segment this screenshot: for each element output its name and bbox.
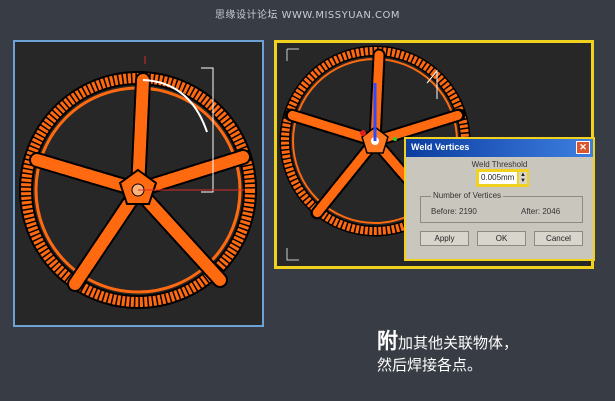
close-icon[interactable]: ✕ [576,141,590,154]
weld-threshold-input[interactable]: 0.005mm [479,172,517,184]
wheel-mesh-left [19,56,257,309]
after-value: 2046 [542,207,561,216]
caption-first-char: 附 [377,329,398,353]
caption-text: 附加其他关联物体， 然后焊接各点。 [377,330,612,376]
ok-button[interactable]: OK [477,231,526,246]
vertex-count-group: Number of Vertices Before: 2190 After: 2… [420,191,583,223]
spinner-arrows-icon[interactable]: ▲ ▼ [519,172,527,184]
dialog-titlebar[interactable]: Weld Vertices ✕ [406,139,593,157]
before-count: Before: 2190 [431,207,477,216]
left-viewport[interactable] [13,40,264,327]
before-label: Before: [431,207,457,216]
weld-threshold-label: Weld Threshold [471,160,528,169]
apply-button[interactable]: Apply [420,231,469,246]
caption-line-1-rest: 加其他关联物体， [398,334,519,352]
after-label: After: [521,207,541,216]
group-title: Number of Vertices [431,191,504,200]
weld-threshold-spinner: 0.005mm ▲ ▼ [476,169,529,187]
before-value: 2190 [459,207,477,216]
cancel-button[interactable]: Cancel [534,231,583,246]
dialog-title: Weld Vertices [411,142,470,152]
weld-vertices-dialog: Weld Vertices ✕ Weld Threshold 0.005mm ▲… [404,137,595,261]
after-count: After: 2046 [521,207,560,216]
caption-line-2: 然后焊接各点。 [377,356,483,374]
caption-line-1: 附加其他关联物体， [377,330,612,354]
watermark-text: 思缘设计论坛 WWW.MISSYUAN.COM [214,10,401,21]
